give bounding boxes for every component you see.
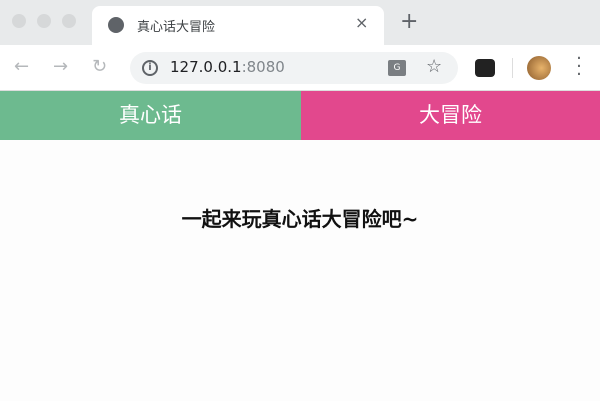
window-close-dot[interactable]	[12, 14, 26, 28]
close-tab-icon[interactable]: ×	[355, 13, 368, 32]
reload-icon[interactable]: ↻	[92, 56, 107, 77]
url-text[interactable]: 127.0.0.1:8080	[170, 58, 285, 76]
more-menu-icon[interactable]: · · ·	[576, 50, 582, 84]
info-icon[interactable]: i	[142, 60, 158, 76]
tab-strip: 真心话大冒险 × +	[0, 0, 600, 46]
profile-avatar[interactable]	[527, 56, 551, 80]
back-icon[interactable]: ←	[14, 56, 29, 77]
new-tab-button[interactable]: +	[400, 11, 418, 33]
globe-icon	[108, 17, 124, 33]
window-minimize-dot[interactable]	[37, 14, 51, 28]
truth-button[interactable]: 真心话	[0, 91, 301, 140]
address-bar[interactable]: i 127.0.0.1:8080 G ☆	[130, 52, 458, 84]
bookmark-star-icon[interactable]: ☆	[426, 56, 442, 77]
browser-tab[interactable]: 真心话大冒险 ×	[92, 6, 384, 46]
extension-icon[interactable]	[475, 59, 495, 77]
translate-icon[interactable]: G	[388, 60, 406, 76]
forward-icon[interactable]: →	[53, 56, 68, 77]
browser-toolbar: ← → ↻ i 127.0.0.1:8080 G ☆ · · ·	[0, 45, 600, 91]
tab-title: 真心话大冒险	[137, 20, 216, 35]
window-maximize-dot[interactable]	[62, 14, 76, 28]
page-heading: 一起来玩真心话大冒险吧~	[181, 207, 419, 231]
toolbar-divider	[512, 58, 513, 78]
dare-button[interactable]: 大冒险	[301, 91, 600, 140]
